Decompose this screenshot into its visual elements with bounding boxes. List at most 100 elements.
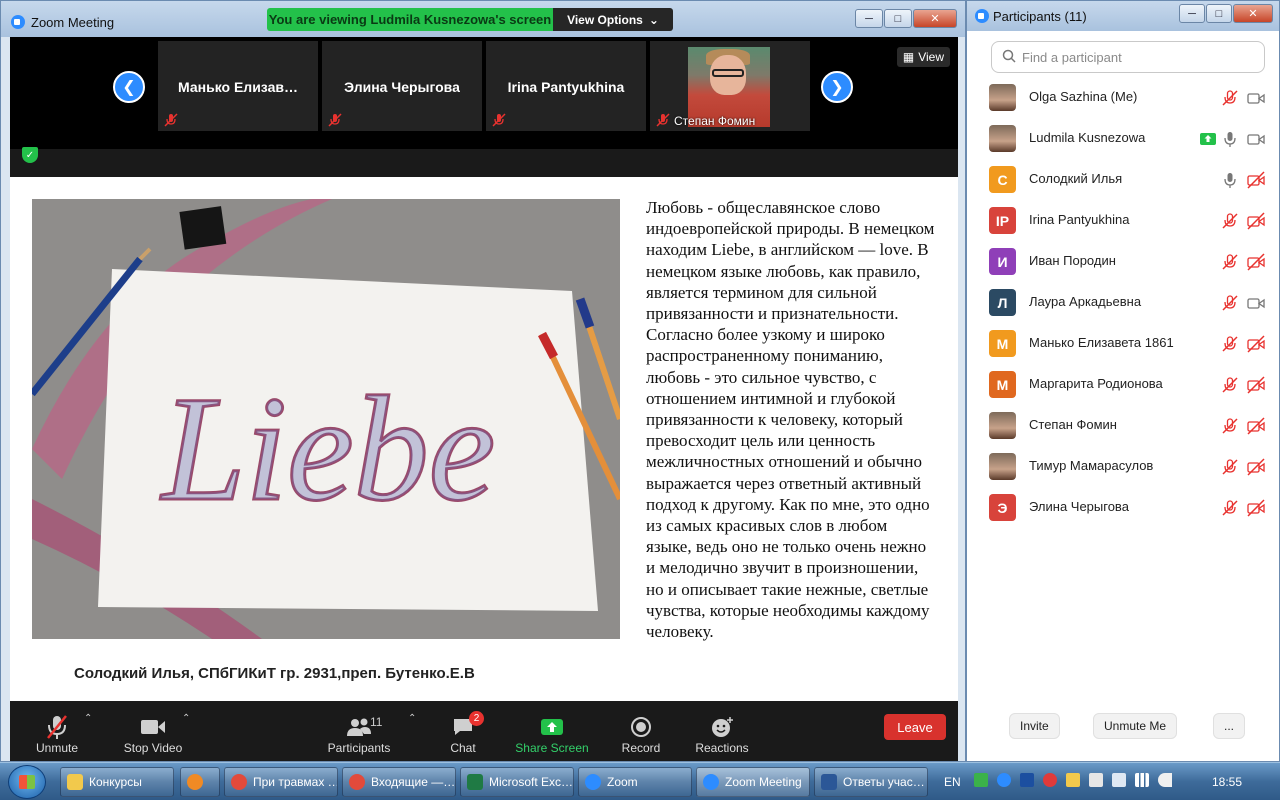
video-camera-icon[interactable] — [1247, 130, 1265, 148]
invite-button[interactable]: Invite — [1009, 713, 1060, 739]
mic-muted-icon — [328, 113, 342, 127]
mic-muted-icon[interactable] — [1221, 335, 1239, 353]
share-screen-button[interactable]: Share Screen — [514, 701, 590, 761]
mic-muted-icon[interactable] — [1221, 212, 1239, 230]
participant-row[interactable]: И Иван Породин — [967, 241, 1279, 282]
maximize-button[interactable]: □ — [1206, 4, 1232, 23]
unmute-button[interactable]: Unmute — [32, 701, 82, 761]
video-tile[interactable]: Степан Фомин — [650, 41, 810, 131]
close-button[interactable]: ✕ — [1233, 4, 1273, 23]
participants-footer: Invite Unmute Me ... — [967, 713, 1279, 741]
signal-bars-icon[interactable] — [1135, 773, 1149, 787]
participant-row[interactable]: Э Элина Черыгова — [967, 487, 1279, 528]
mic-icon[interactable] — [1221, 130, 1239, 148]
next-page-button[interactable]: ❯ — [821, 71, 853, 103]
search-input[interactable] — [1022, 49, 1252, 65]
video-off-icon[interactable] — [1247, 253, 1265, 271]
record-button[interactable]: Record — [618, 701, 664, 761]
video-tile[interactable]: Манько Елизав… — [158, 41, 318, 131]
avatar — [989, 412, 1016, 439]
chrome-icon — [231, 774, 247, 790]
volume-icon[interactable] — [1158, 773, 1172, 787]
tile-name: Irina Pantyukhina — [507, 79, 625, 95]
taskbar-item[interactable]: Zoom Meeting — [696, 767, 810, 797]
participants-options-caret[interactable]: ⌃ — [408, 713, 416, 724]
participant-row[interactable]: Olga Sazhina (Me) — [967, 77, 1279, 118]
chevron-down-icon: ⌄ — [648, 12, 659, 27]
tray-app-icon[interactable] — [1043, 773, 1057, 787]
security-shield-icon[interactable]: ✓ — [22, 147, 38, 163]
mic-muted-icon[interactable] — [1221, 89, 1239, 107]
chrome-icon — [349, 774, 365, 790]
participant-row[interactable]: С Солодкий Илья — [967, 159, 1279, 200]
video-off-icon[interactable] — [1247, 417, 1265, 435]
previous-page-button[interactable]: ❮ — [113, 71, 145, 103]
participants-label: Participants — [327, 741, 391, 755]
tray-app-icon[interactable] — [974, 773, 988, 787]
zoom-tray-icon[interactable] — [997, 773, 1011, 787]
unmute-me-button[interactable]: Unmute Me — [1093, 713, 1178, 739]
clock[interactable]: 18:55 — [1212, 775, 1242, 789]
audio-options-caret[interactable]: ⌃ — [84, 713, 92, 724]
mic-muted-icon[interactable] — [1221, 253, 1239, 271]
video-camera-icon[interactable] — [1247, 294, 1265, 312]
mic-icon[interactable] — [1221, 171, 1239, 189]
video-off-icon[interactable] — [1247, 376, 1265, 394]
participant-row[interactable]: Тимур Мамарасулов — [967, 446, 1279, 487]
video-off-icon[interactable] — [1247, 458, 1265, 476]
mic-muted-icon[interactable] — [1221, 294, 1239, 312]
taskbar-item[interactable]: Ответы учас… — [814, 767, 928, 797]
close-button[interactable]: ✕ — [913, 9, 957, 28]
participant-search[interactable] — [991, 41, 1265, 73]
video-tile[interactable]: Элина Черыгова — [322, 41, 482, 131]
participant-row[interactable]: М Манько Елизавета 1861 — [967, 323, 1279, 364]
taskbar-item[interactable]: Microsoft Exc… — [460, 767, 574, 797]
mic-muted-icon[interactable] — [1221, 499, 1239, 517]
zoom-meeting-window: Zoom Meeting You are viewing Ludmila Kus… — [0, 0, 966, 762]
usb-icon[interactable] — [1089, 773, 1103, 787]
view-options-label: View Options — [567, 12, 643, 27]
reactions-button[interactable]: Reactions — [692, 701, 752, 761]
leave-meeting-button[interactable]: Leave — [884, 714, 946, 740]
language-indicator[interactable]: EN — [944, 775, 961, 789]
participant-row[interactable]: Ludmila Kusnezowa — [967, 118, 1279, 159]
taskbar-item-label: Microsoft Exc… — [489, 775, 574, 789]
taskbar-item[interactable]: Входящие —… — [342, 767, 456, 797]
participant-row[interactable]: Л Лаура Аркадьевна — [967, 282, 1279, 323]
minimize-button[interactable]: ─ — [855, 9, 883, 28]
taskbar-item[interactable] — [180, 767, 220, 797]
maximize-button[interactable]: □ — [884, 9, 912, 28]
participant-row[interactable]: IP Irina Pantyukhina — [967, 200, 1279, 241]
taskbar-item[interactable]: При травмах … — [224, 767, 338, 797]
taskbar-item[interactable]: Zoom — [578, 767, 692, 797]
liebe-calligraphy-photo: Liebe Liebe — [32, 199, 620, 639]
app-icon — [187, 774, 203, 790]
tray-app-icon[interactable] — [1020, 773, 1034, 787]
participant-row[interactable]: Степан Фомин — [967, 405, 1279, 446]
video-tile[interactable]: Irina Pantyukhina — [486, 41, 646, 131]
mic-muted-icon[interactable] — [1221, 417, 1239, 435]
mic-muted-icon[interactable] — [1221, 376, 1239, 394]
more-options-button[interactable]: ... — [1213, 713, 1246, 739]
view-button[interactable]: ▦ View — [896, 47, 950, 67]
video-off-icon[interactable] — [1247, 212, 1265, 230]
minimize-button[interactable]: ─ — [1179, 4, 1205, 23]
video-off-icon[interactable] — [1247, 171, 1265, 189]
monitor-icon[interactable] — [1112, 773, 1126, 787]
video-options-caret[interactable]: ⌃ — [182, 713, 190, 724]
participant-row[interactable]: М Маргарита Родионова — [967, 364, 1279, 405]
participants-titlebar: Participants (11) ─ □ ✕ — [967, 1, 1279, 31]
video-off-icon[interactable] — [1247, 335, 1265, 353]
video-camera-icon[interactable] — [1247, 89, 1265, 107]
window-controls: ─ □ ✕ — [854, 9, 957, 28]
start-button[interactable] — [8, 765, 46, 799]
taskbar-item-label: Конкурсы — [89, 775, 142, 789]
participants-button[interactable]: 11 Participants — [324, 701, 394, 761]
view-options-button[interactable]: View Options ⌄ — [553, 8, 673, 31]
mic-muted-icon[interactable] — [1221, 458, 1239, 476]
chat-button[interactable]: 2 Chat — [446, 701, 484, 761]
video-off-icon[interactable] — [1247, 499, 1265, 517]
tray-app-icon[interactable] — [1066, 773, 1080, 787]
taskbar-item[interactable]: Конкурсы — [60, 767, 174, 797]
stop-video-button[interactable]: Stop Video — [118, 701, 188, 761]
